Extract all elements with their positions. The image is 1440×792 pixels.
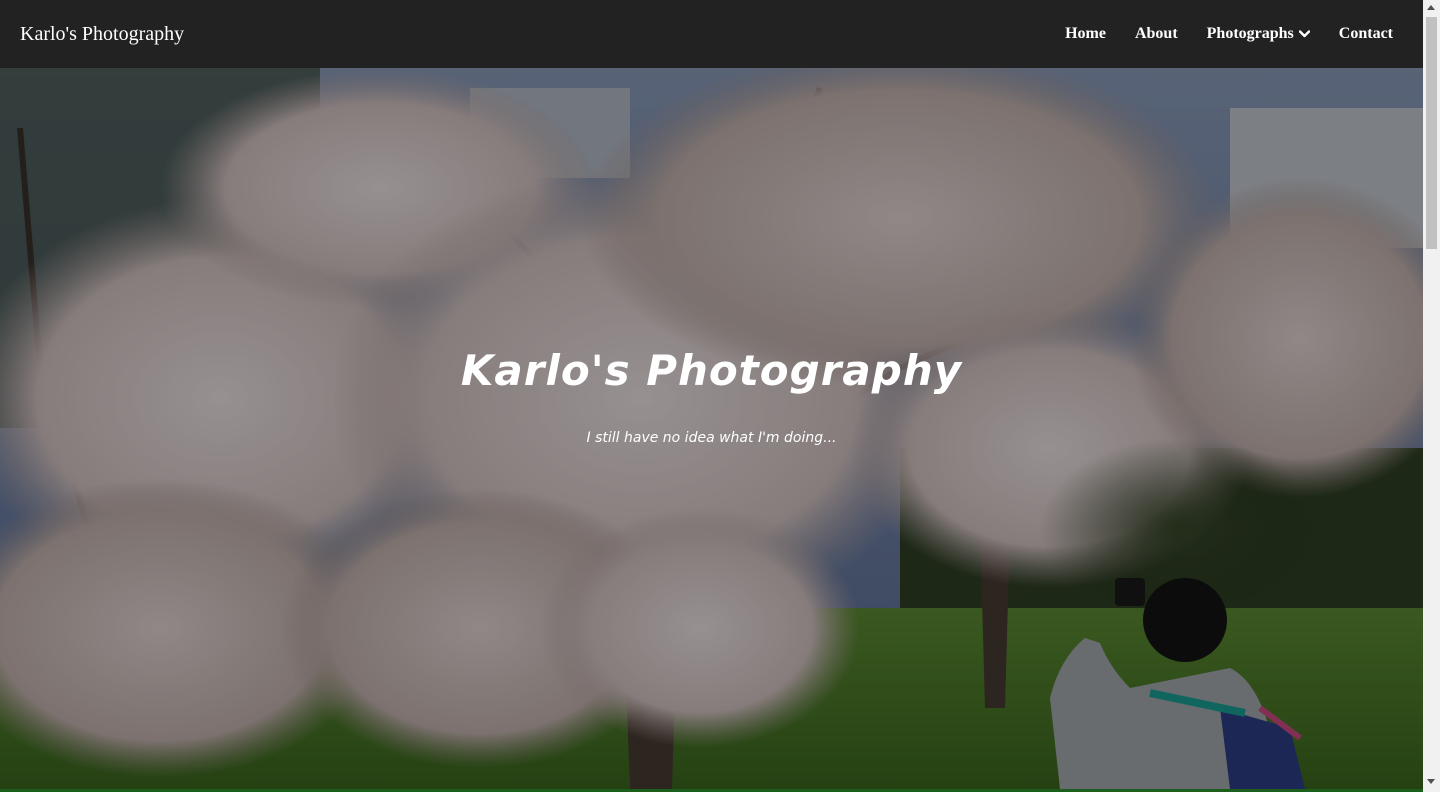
nav-link-home[interactable]: Home bbox=[1065, 25, 1106, 43]
nav-link-about-label: About bbox=[1134, 25, 1178, 42]
nav-menu: Home About Photographs Contact bbox=[1036, 25, 1393, 43]
nav-link-contact[interactable]: Contact bbox=[1339, 25, 1393, 43]
nav-link-photographs-label: Photographs bbox=[1206, 25, 1294, 42]
nav-link-about[interactable]: About bbox=[1135, 25, 1178, 43]
scrollbar-thumb[interactable] bbox=[1426, 17, 1437, 249]
hero-banner: Karlo's Photography I still have no idea… bbox=[0, 68, 1423, 789]
nav-dropdown-photographs[interactable]: Photographs bbox=[1207, 25, 1310, 43]
chevron-down-icon bbox=[1298, 30, 1310, 38]
brand-logo-link[interactable]: Karlo's Photography bbox=[20, 23, 184, 46]
scroll-down-arrow-icon[interactable] bbox=[1427, 779, 1435, 784]
nav-link-contact-label: Contact bbox=[1338, 25, 1393, 42]
hero-subtitle: I still have no idea what I'm doing... bbox=[586, 430, 837, 446]
top-navbar: Karlo's Photography Home About Photograp… bbox=[0, 0, 1423, 68]
hero-title: Karlo's Photography bbox=[460, 346, 963, 395]
hero-dark-overlay bbox=[0, 68, 1423, 789]
nav-link-home-label: Home bbox=[1065, 25, 1106, 42]
vertical-scrollbar[interactable] bbox=[1423, 0, 1440, 792]
scroll-up-arrow-icon[interactable] bbox=[1427, 5, 1435, 10]
